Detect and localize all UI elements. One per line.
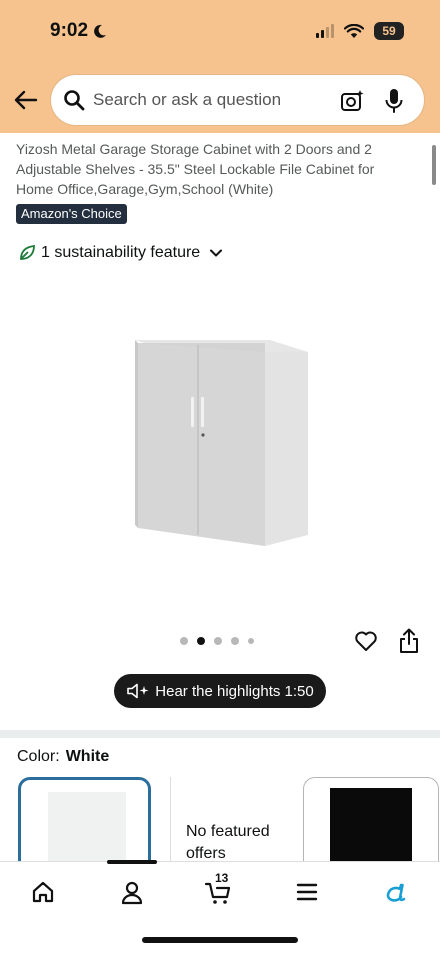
cellular-signal-icon — [316, 24, 334, 38]
battery-indicator: 59 — [374, 22, 404, 40]
back-arrow-icon[interactable] — [12, 86, 40, 114]
search-bar[interactable] — [50, 74, 425, 126]
search-icon — [64, 90, 85, 111]
status-icons: 59 — [316, 22, 404, 40]
cart-count: 13 — [215, 871, 229, 885]
carousel-dot[interactable] — [231, 637, 239, 645]
microphone-icon[interactable] — [384, 88, 404, 114]
heart-icon[interactable] — [354, 629, 378, 653]
status-time: 9:02 — [50, 20, 108, 42]
amazons-choice-badge: Amazon's Choice — [16, 204, 127, 224]
product-image[interactable] — [130, 335, 310, 550]
nav-menu[interactable] — [291, 876, 323, 908]
product-title[interactable]: Yizosh Metal Garage Storage Cabinet with… — [16, 139, 412, 199]
rufus-icon — [386, 883, 406, 902]
sustainability-feature-toggle[interactable]: 1 sustainability feature — [18, 244, 223, 262]
leaf-icon — [20, 244, 35, 260]
carousel-dot[interactable] — [180, 637, 188, 645]
section-divider — [0, 730, 440, 738]
nav-rufus[interactable] — [379, 876, 411, 908]
color-selector-label: Color: White — [17, 748, 110, 765]
nav-account[interactable] — [116, 876, 148, 908]
active-tab-indicator — [107, 860, 157, 864]
nav-cart[interactable]: 13 — [202, 871, 234, 908]
wifi-icon — [344, 23, 364, 38]
hear-highlights-button[interactable]: Hear the highlights 1:50 — [114, 674, 326, 708]
sustainability-label: 1 sustainability feature — [41, 244, 201, 261]
home-icon — [32, 881, 54, 903]
speaker-sparkle-icon — [127, 683, 149, 699]
account-icon — [121, 881, 143, 905]
home-indicator — [142, 937, 298, 943]
scroll-indicator — [432, 145, 436, 185]
camera-search-icon[interactable] — [340, 89, 364, 113]
nav-home[interactable] — [27, 876, 59, 908]
chevron-down-icon — [210, 249, 223, 257]
share-icon[interactable] — [398, 628, 420, 654]
carousel-dot-active[interactable] — [197, 637, 205, 645]
search-input[interactable] — [93, 90, 333, 110]
moon-icon — [94, 24, 107, 38]
carousel-dot[interactable] — [248, 638, 254, 644]
app-header: 9:02 59 — [0, 0, 440, 133]
image-carousel-dots[interactable] — [180, 637, 254, 645]
menu-icon — [296, 883, 318, 901]
carousel-dot[interactable] — [214, 637, 222, 645]
